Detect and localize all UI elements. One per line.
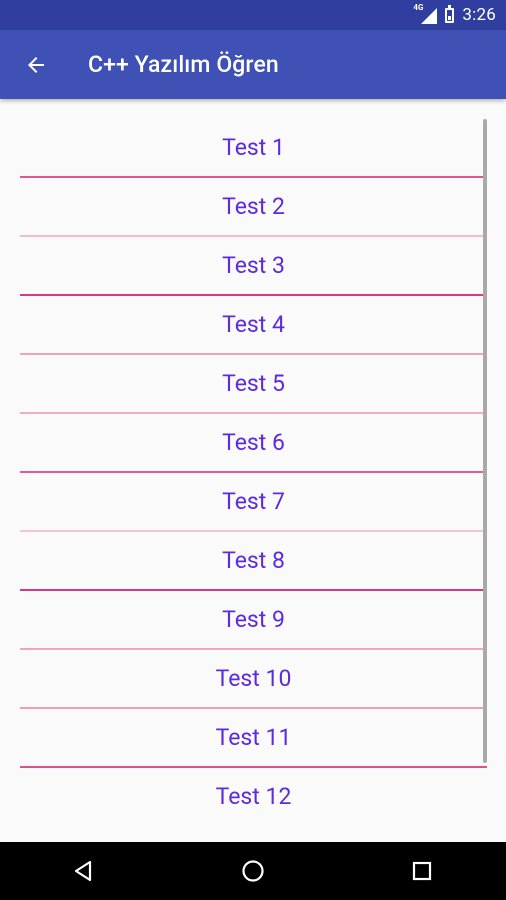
- cell-signal-icon: 4G: [413, 3, 438, 24]
- battery-icon: [445, 4, 455, 23]
- page-title: C++ Yazılım Öğren: [88, 51, 279, 78]
- list-item[interactable]: Test 6: [20, 414, 487, 473]
- list-item-label: Test 1: [222, 134, 285, 161]
- status-bar: 4G 3:26: [0, 0, 506, 30]
- list-item-label: Test 12: [215, 783, 292, 810]
- triangle-back-icon[interactable]: [64, 851, 104, 891]
- list-item[interactable]: Test 1: [20, 119, 487, 178]
- list-item-label: Test 9: [222, 606, 285, 633]
- list-item[interactable]: Test 9: [20, 591, 487, 650]
- list-item[interactable]: Test 11: [20, 709, 487, 768]
- scrollbar[interactable]: [483, 119, 487, 763]
- list-item-label: Test 2: [222, 193, 285, 220]
- list-item[interactable]: Test 10: [20, 650, 487, 709]
- divider: [20, 825, 487, 827]
- list-item[interactable]: Test 8: [20, 532, 487, 591]
- list-item[interactable]: Test 12: [20, 768, 487, 825]
- list-item[interactable]: Test 5: [20, 355, 487, 414]
- square-recents-icon[interactable]: [402, 851, 442, 891]
- list-item-label: Test 5: [222, 370, 285, 397]
- list-item[interactable]: Test 2: [20, 178, 487, 237]
- status-time: 3:26: [462, 5, 496, 25]
- circle-home-icon[interactable]: [233, 851, 273, 891]
- arrow-back-icon[interactable]: [18, 47, 54, 83]
- status-icons: 4G 3:26: [413, 0, 496, 30]
- list-item[interactable]: Test 3: [20, 237, 487, 296]
- navigation-bar: [0, 842, 506, 900]
- list-item-label: Test 11: [215, 724, 292, 751]
- list-item-label: Test 8: [222, 547, 285, 574]
- list-item-label: Test 7: [222, 488, 285, 515]
- list-item-label: Test 10: [215, 665, 292, 692]
- list-item[interactable]: Test 4: [20, 296, 487, 355]
- list-item[interactable]: Test 7: [20, 473, 487, 532]
- list-item-label: Test 3: [222, 252, 285, 279]
- list-item-label: Test 6: [222, 429, 285, 456]
- list-item-label: Test 4: [222, 311, 285, 338]
- test-list: Test 1 Test 2 Test 3 Test 4 Test 5 Test 6 Test…: [20, 119, 487, 827]
- app-bar: C++ Yazılım Öğren: [0, 30, 506, 99]
